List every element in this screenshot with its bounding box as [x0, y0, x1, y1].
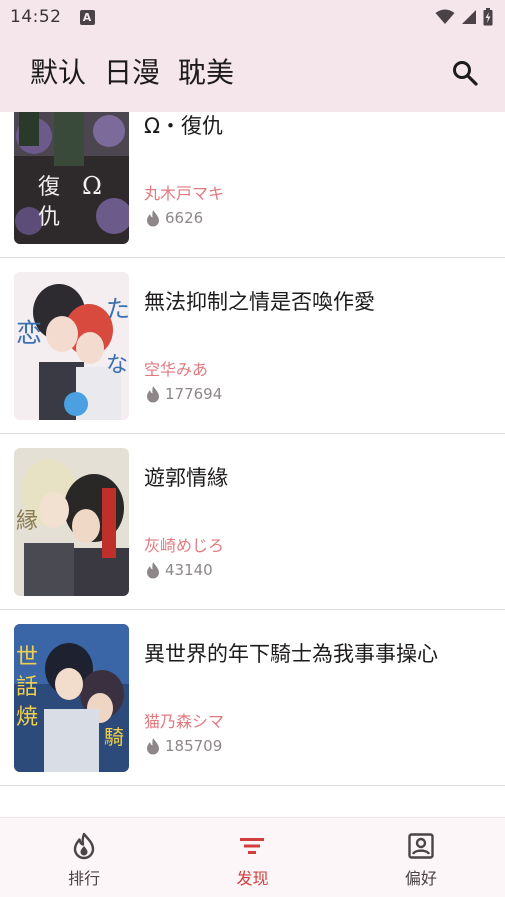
- tab-boys-love[interactable]: 耽美: [178, 59, 234, 87]
- hot-value: 185709: [165, 737, 223, 755]
- comic-list[interactable]: 復 仇 Ω Ω・復仇 丸木戸マキ 6626 恋 た な 無法抑制之情是否喚作愛 …: [0, 112, 505, 817]
- nav-label: 排行: [68, 869, 101, 888]
- hot-value: 177694: [165, 385, 223, 403]
- comic-item-omega-revenge[interactable]: 復 仇 Ω Ω・復仇 丸木戸マキ 6626: [0, 112, 505, 258]
- flame-icon: [147, 738, 159, 755]
- hot-count: 43140: [144, 561, 213, 579]
- comic-cover: 復 仇 Ω: [14, 112, 129, 244]
- flame-icon: [73, 832, 95, 860]
- svg-text:世: 世: [16, 645, 38, 670]
- nav-ranking[interactable]: 排行: [0, 818, 168, 897]
- hot-count: 177694: [144, 385, 222, 403]
- comic-author: 灰崎めじろ: [144, 536, 225, 555]
- svg-text:恋: 恋: [16, 319, 42, 349]
- comic-item-isekai-knight[interactable]: 世 話 焼 騎 異世界的年下騎士為我事事操心 猫乃森シマ 185709: [0, 610, 505, 786]
- comic-item-uncontrollable-love[interactable]: 恋 た な 無法抑制之情是否喚作愛 空华みあ 177694: [0, 258, 505, 434]
- comic-title: 無法抑制之情是否喚作愛: [144, 290, 375, 314]
- nav-discover[interactable]: 发现: [168, 818, 336, 897]
- svg-text:た: た: [106, 295, 129, 323]
- wifi-icon: [435, 9, 455, 24]
- svg-text:騎: 騎: [104, 725, 124, 749]
- signal-icon: [462, 10, 476, 24]
- comic-cover: 縁: [14, 448, 129, 596]
- account-box-icon: [408, 833, 434, 859]
- svg-text:話: 話: [16, 675, 38, 700]
- search-icon: [453, 61, 478, 86]
- comic-author: 空华みあ: [144, 360, 209, 379]
- svg-text:焼: 焼: [16, 705, 38, 730]
- comic-item-yukaku-romance[interactable]: 縁 遊郭情緣 灰崎めじろ 43140: [0, 434, 505, 610]
- flame-icon: [147, 562, 159, 579]
- svg-text:な: な: [106, 353, 128, 378]
- comic-author: 猫乃森シマ: [144, 712, 225, 731]
- filter-icon: [240, 838, 265, 854]
- nav-label: 发现: [236, 869, 269, 888]
- search-button[interactable]: [445, 53, 485, 93]
- app-bar: 默认 日漫 耽美: [0, 34, 505, 112]
- bottom-nav: 排行 发现 偏好: [0, 817, 505, 897]
- tab-japanese-manga[interactable]: 日漫: [104, 59, 160, 87]
- hot-value: 43140: [165, 561, 213, 579]
- flame-icon: [147, 386, 159, 403]
- status-time: 14:52: [10, 7, 62, 27]
- flame-icon: [147, 210, 159, 227]
- comic-cover: 世 話 焼 騎: [14, 624, 129, 772]
- battery-icon: [483, 8, 493, 26]
- svg-text:仇: 仇: [38, 205, 60, 230]
- nav-label: 偏好: [404, 869, 437, 888]
- hot-count: 6626: [144, 209, 203, 227]
- status-bar: 14:52 A: [0, 0, 505, 34]
- notification-icon: A: [79, 9, 95, 25]
- hot-value: 6626: [165, 209, 204, 227]
- comic-cover: 恋 た な: [14, 272, 129, 420]
- svg-text:縁: 縁: [16, 509, 38, 534]
- tab-default[interactable]: 默认: [30, 59, 86, 87]
- nav-preferences[interactable]: 偏好: [337, 818, 505, 897]
- comic-title: 異世界的年下騎士為我事事操心: [144, 642, 438, 666]
- svg-text:復: 復: [38, 175, 60, 200]
- hot-count: 185709: [144, 737, 222, 755]
- svg-text:Ω: Ω: [82, 172, 102, 200]
- comic-title: Ω・復仇: [144, 114, 224, 138]
- comic-author: 丸木戸マキ: [144, 184, 225, 203]
- status-indicators: [435, 8, 493, 26]
- comic-title: 遊郭情緣: [144, 466, 228, 490]
